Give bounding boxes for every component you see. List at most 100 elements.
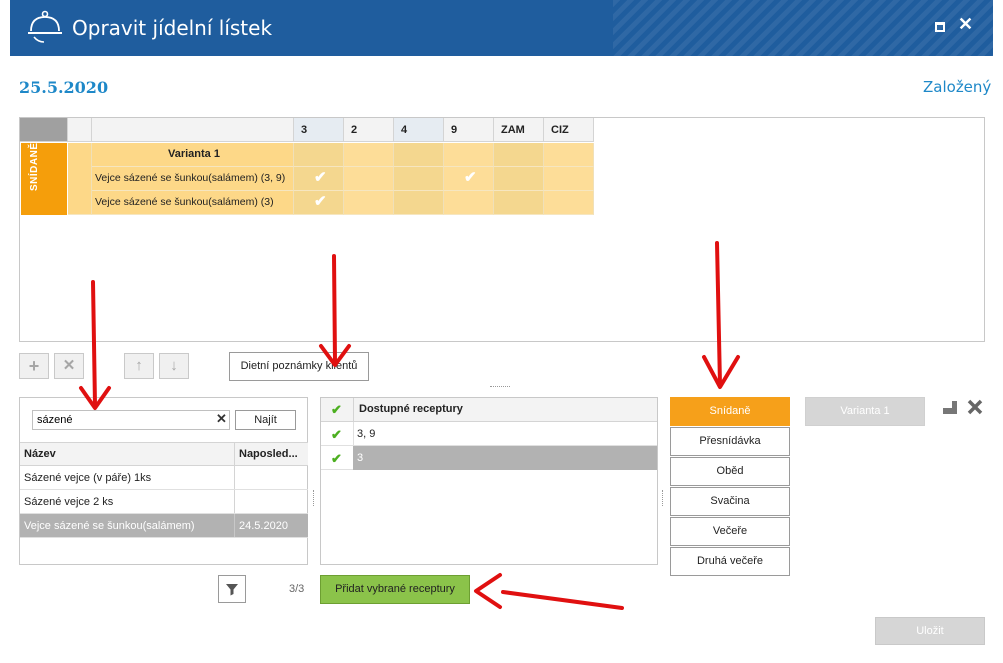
column-divider [353,398,354,422]
maximize-icon[interactable] [935,22,945,32]
title-bar: Opravit jídelní lístek ✕ [10,0,993,56]
grid-corner [20,118,68,142]
grid-col-header[interactable]: CIZ [544,118,594,142]
filter-icon [226,584,238,596]
arrow-down-icon: ↓ [170,357,178,374]
column-divider [234,466,235,489]
menu-row-name[interactable]: Vejce sázené se šunkou(salámem) (3) [92,191,294,215]
meal-button-snack[interactable]: Svačina [670,487,790,516]
variant-row-label[interactable]: Varianta 1 [92,143,294,167]
plus-icon: + [28,356,40,376]
grid-cell[interactable] [544,167,594,191]
search-result-row[interactable]: Sázené vejce 2 ks [20,490,308,514]
grid-header-blank [68,118,92,142]
move-down-button[interactable]: ↓ [159,353,189,379]
splitter-handle[interactable] [662,490,663,506]
column-divider [353,422,354,446]
add-selected-recipes-button[interactable]: Přidat vybrané receptury [320,575,470,604]
check-icon[interactable]: ✔ [331,427,342,443]
check-icon[interactable]: ✔ [331,402,342,418]
column-divider [234,490,235,513]
grid-cell[interactable] [494,143,544,167]
filter-button[interactable] [218,575,246,603]
recipe-search-panel: ✕ Najít Název Naposled... Sázené vejce (… [19,397,308,565]
result-name: Vejce sázené se šunkou(salámem) [24,520,195,532]
available-recipes-panel: ✔ Dostupné receptury ✔ 3, 9 ✔ 3 [320,397,658,565]
grid-cell[interactable] [394,167,444,191]
recipe-row-selected[interactable]: ✔ 3 [321,446,657,470]
selection-highlight [353,446,657,470]
grid-col-header[interactable]: 9 [444,118,494,142]
grid-cell[interactable] [344,143,394,167]
recipe-diet-codes: 3 [357,452,364,464]
col-last-used-header[interactable]: Naposled... [239,448,298,460]
search-table-header: Název Naposled... [20,442,308,466]
grid-cell[interactable] [394,191,444,215]
window-title: Opravit jídelní lístek [72,16,273,40]
grid-header-name [92,118,294,142]
column-divider [234,514,235,537]
delete-row-button[interactable]: ✕ [54,353,84,379]
diet-notes-button[interactable]: Dietní poznámky klientů [229,352,369,381]
search-result-row[interactable]: Sázené vejce (v páře) 1ks [20,466,308,490]
grid-cell[interactable] [544,143,594,167]
result-name: Sázené vejce (v páře) 1ks [24,472,152,484]
column-divider [234,443,235,465]
menu-row-name[interactable]: Vejce sázené se šunkou(salámem) (3, 9) [92,167,294,191]
section-label: SNÍDANĚ [29,142,40,191]
add-variant-icon[interactable] [941,399,959,415]
grid-row-gutter [68,143,92,215]
meal-button-lunch[interactable]: Oběd [670,457,790,486]
grid-col-header[interactable]: 4 [394,118,444,142]
close-icon[interactable]: ✕ [958,14,973,35]
grid-cell-checked[interactable]: ✔ [294,167,344,191]
grid-cell[interactable] [344,191,394,215]
check-icon: ✔ [314,193,327,210]
grid-cell[interactable] [444,143,494,167]
menu-status: Založený [923,78,992,96]
search-result-row-selected[interactable]: Vejce sázené se šunkou(salámem) 24.5.202… [20,514,308,538]
grid-cell[interactable] [544,191,594,215]
move-up-button[interactable]: ↑ [124,353,154,379]
annotation-arrow [702,355,740,389]
delete-variant-icon[interactable] [966,399,984,415]
menu-date: 25.5.2020 [19,78,109,97]
grid-cell[interactable] [344,167,394,191]
section-band: SNÍDANĚ [21,142,67,215]
search-input[interactable] [32,410,230,430]
arrow-up-icon: ↑ [135,357,143,374]
splitter-handle[interactable] [313,490,314,506]
cloche-icon [28,10,62,43]
recipes-header: Dostupné receptury [359,403,463,415]
grid-cell[interactable] [394,143,444,167]
grid-col-header[interactable]: 2 [344,118,394,142]
recipe-row[interactable]: ✔ 3, 9 [321,422,657,446]
grid-col-header[interactable]: 3 [294,118,344,142]
search-button[interactable]: Najít [235,410,296,430]
grid-cell[interactable] [294,143,344,167]
check-icon[interactable]: ✔ [331,451,342,467]
result-count: 3/3 [289,583,305,595]
meal-button-dinner[interactable]: Večeře [670,517,790,546]
grid-col-header[interactable]: ZAM [494,118,544,142]
recipe-diet-codes: 3, 9 [357,428,376,440]
grid-cell[interactable] [444,191,494,215]
check-icon: ✔ [314,169,327,186]
clear-search-icon[interactable]: ✕ [216,411,227,427]
grid-cell-checked[interactable]: ✔ [444,167,494,191]
grid-cell-checked[interactable]: ✔ [294,191,344,215]
check-icon: ✔ [464,169,477,186]
menu-grid: 3 2 4 9 ZAM CIZ SNÍDANĚ Varianta 1 Vejce… [19,117,985,342]
meal-button-snack-morning[interactable]: Přesnídávka [670,427,790,456]
meal-button-second-dinner[interactable]: Druhá večeře [670,547,790,576]
x-icon: ✕ [62,357,76,374]
meal-button-breakfast[interactable]: Snídaně [670,397,790,426]
grid-cell[interactable] [494,191,544,215]
splitter-handle[interactable] [490,386,510,387]
col-name-header[interactable]: Název [24,448,56,460]
grid-cell[interactable] [494,167,544,191]
add-row-button[interactable]: + [19,353,49,379]
variant-button[interactable]: Varianta 1 [805,397,925,426]
save-button[interactable]: Uložit [875,617,985,645]
annotation-arrow [501,590,624,610]
